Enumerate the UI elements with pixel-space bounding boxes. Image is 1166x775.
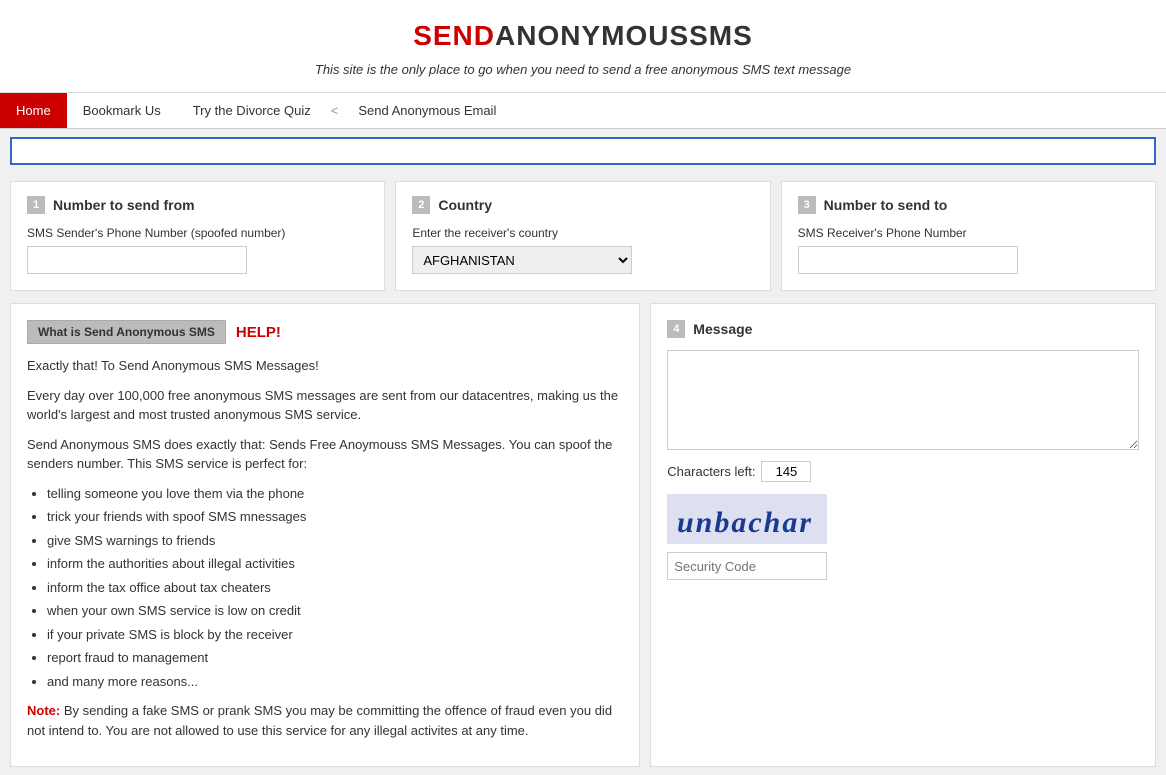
country-select[interactable]: AFGHANISTANALBANIAALGERIAAUSTRALIAAUSTRI…: [412, 246, 632, 274]
message-box: 4 Message Characters left: unbachar: [650, 303, 1156, 767]
msg-number: 4: [667, 320, 685, 338]
step-1-header: 1 Number to send from: [27, 196, 368, 214]
site-title: SENDANONYMOUSSMS: [10, 20, 1156, 52]
svg-text:unbachar: unbachar: [677, 506, 813, 539]
captcha-area: unbachar: [667, 494, 1139, 580]
title-rest: ANONYMOUSSMS: [495, 20, 753, 51]
tagline: This site is the only place to go when y…: [10, 62, 1156, 77]
sender-phone-input[interactable]: [27, 246, 247, 274]
info-help-label: HELP!: [236, 324, 281, 341]
note-label: Note:: [27, 703, 60, 718]
step-2-header: 2 Country: [412, 196, 753, 214]
step-3-label: SMS Receiver's Phone Number: [798, 226, 1139, 240]
list-item: inform the tax office about tax cheaters: [47, 578, 623, 598]
info-list: telling someone you love them via the ph…: [47, 484, 623, 692]
list-item: give SMS warnings to friends: [47, 531, 623, 551]
list-item: telling someone you love them via the ph…: [47, 484, 623, 504]
nav-anon-email[interactable]: Send Anonymous Email: [342, 93, 512, 128]
list-item: inform the authorities about illegal act…: [47, 554, 623, 574]
step-1-title: Number to send from: [53, 197, 195, 213]
nav-home[interactable]: Home: [0, 93, 67, 128]
security-code-input[interactable]: [667, 552, 827, 580]
step-2-label: Enter the receiver's country: [412, 226, 753, 240]
title-send: SEND: [413, 20, 495, 51]
chars-left-input[interactable]: [761, 461, 811, 482]
main-content: 1 Number to send from SMS Sender's Phone…: [0, 173, 1166, 775]
message-textarea[interactable]: [667, 350, 1139, 450]
chars-left-label: Characters left:: [667, 464, 755, 479]
note-text: By sending a fake SMS or prank SMS you m…: [27, 703, 612, 738]
step-2-number: 2: [412, 196, 430, 214]
step-3-title: Number to send to: [824, 197, 948, 213]
step-1-label: SMS Sender's Phone Number (spoofed numbe…: [27, 226, 368, 240]
chars-left-row: Characters left:: [667, 461, 1139, 482]
info-header: What is Send Anonymous SMS HELP!: [27, 320, 623, 344]
info-para-2: Every day over 100,000 free anonymous SM…: [27, 386, 623, 425]
search-bar: [10, 137, 1156, 165]
step-3-box: 3 Number to send to SMS Receiver's Phone…: [781, 181, 1156, 291]
info-para-1: Exactly that! To Send Anonymous SMS Mess…: [27, 356, 623, 376]
info-note: Note: By sending a fake SMS or prank SMS…: [27, 701, 623, 740]
info-box-content: Exactly that! To Send Anonymous SMS Mess…: [27, 356, 623, 740]
list-item: trick your friends with spoof SMS mnessa…: [47, 507, 623, 527]
captcha-image: unbachar: [667, 494, 827, 544]
list-item: when your own SMS service is low on cred…: [47, 601, 623, 621]
list-item: if your private SMS is block by the rece…: [47, 625, 623, 645]
info-header-button[interactable]: What is Send Anonymous SMS: [27, 320, 226, 344]
msg-title: Message: [693, 321, 752, 337]
navbar: Home Bookmark Us Try the Divorce Quiz < …: [0, 93, 1166, 129]
list-item: and many more reasons...: [47, 672, 623, 692]
nav-bookmark[interactable]: Bookmark Us: [67, 93, 177, 128]
step-3-header: 3 Number to send to: [798, 196, 1139, 214]
step-2-title: Country: [438, 197, 492, 213]
nav-separator: <: [327, 93, 343, 128]
step-1-number: 1: [27, 196, 45, 214]
info-box: What is Send Anonymous SMS HELP! Exactly…: [10, 303, 640, 767]
info-para-3: Send Anonymous SMS does exactly that: Se…: [27, 435, 623, 474]
nav-divorce-quiz[interactable]: Try the Divorce Quiz: [177, 93, 327, 128]
step-2-box: 2 Country Enter the receiver's country A…: [395, 181, 770, 291]
step-3-number: 3: [798, 196, 816, 214]
list-item: report fraud to management: [47, 648, 623, 668]
site-header: SENDANONYMOUSSMS This site is the only p…: [0, 0, 1166, 93]
msg-header: 4 Message: [667, 320, 1139, 338]
lower-content: What is Send Anonymous SMS HELP! Exactly…: [10, 303, 1156, 767]
step-boxes: 1 Number to send from SMS Sender's Phone…: [10, 181, 1156, 291]
step-1-box: 1 Number to send from SMS Sender's Phone…: [10, 181, 385, 291]
receiver-phone-input[interactable]: [798, 246, 1018, 274]
